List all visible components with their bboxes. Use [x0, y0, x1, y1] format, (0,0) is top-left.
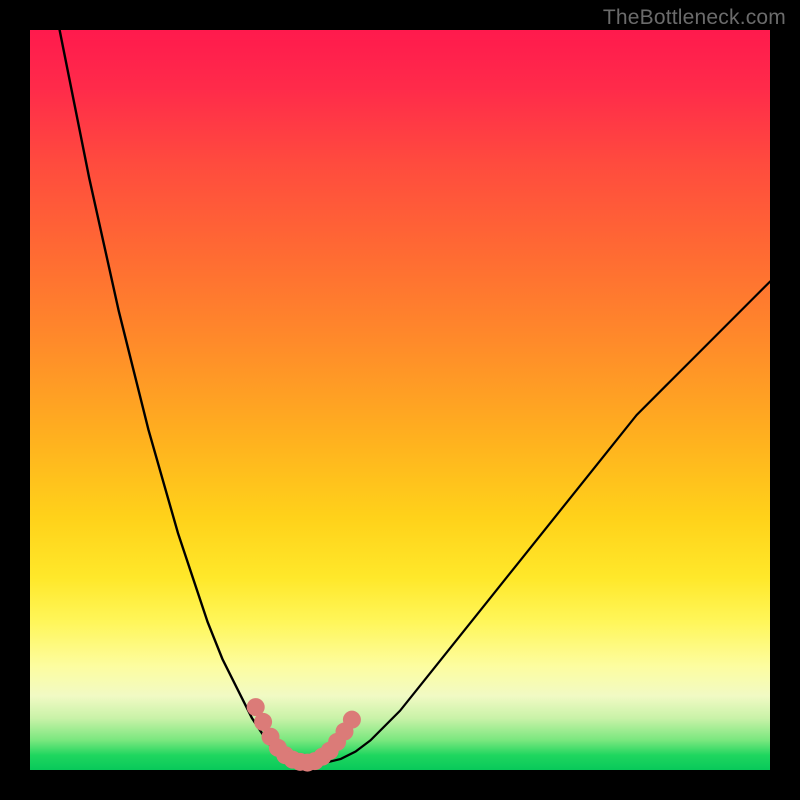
watermark-text: TheBottleneck.com	[603, 6, 786, 30]
highlight-dot	[343, 711, 361, 729]
highlight-dots	[247, 698, 361, 772]
right-curve-path	[326, 282, 770, 763]
left-curve-path	[60, 30, 289, 763]
outer-frame: TheBottleneck.com	[0, 0, 800, 800]
chart-svg	[30, 30, 770, 770]
